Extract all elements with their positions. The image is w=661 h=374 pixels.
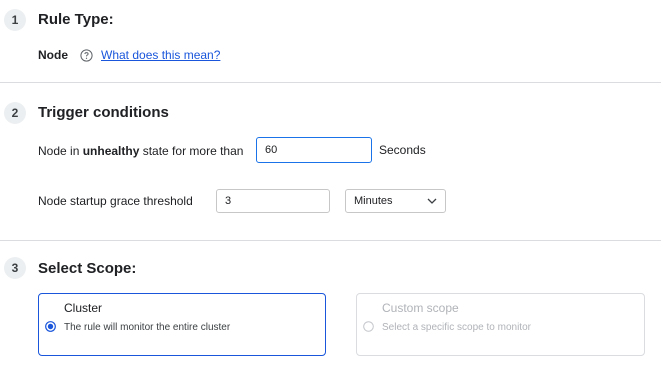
section-divider — [0, 240, 661, 241]
help-link[interactable]: What does this mean? — [101, 48, 220, 62]
section-divider — [0, 82, 661, 83]
question-circle-icon[interactable] — [80, 48, 93, 62]
radio-selected-icon[interactable] — [45, 321, 56, 332]
step-number-3: 3 — [4, 257, 26, 279]
scope-option-description: The rule will monitor the entire cluster — [64, 322, 231, 333]
radio-unselected-icon — [363, 321, 374, 332]
grace-unit-select[interactable]: Minutes — [345, 189, 446, 213]
trigger-prefix: Node in — [38, 144, 83, 158]
seconds-unit-label: Seconds — [379, 143, 426, 157]
section-title-trigger-conditions: Trigger conditions — [38, 104, 169, 121]
grace-threshold-input[interactable] — [216, 189, 330, 213]
scope-option-description: Select a specific scope to monitor — [382, 322, 531, 333]
section-title-rule-type: Rule Type: — [38, 11, 114, 28]
scope-option-cluster[interactable]: Cluster The rule will monitor the entire… — [38, 293, 326, 356]
scope-option-title: Cluster — [64, 301, 103, 315]
scope-option-custom: Custom scope Select a specific scope to … — [356, 293, 645, 356]
grace-threshold-label: Node startup grace threshold — [38, 194, 193, 208]
section-title-select-scope: Select Scope: — [38, 260, 137, 277]
rule-type-row: Node What does this mean? — [38, 46, 220, 64]
scope-option-title: Custom scope — [382, 301, 459, 315]
trigger-suffix: state for more than — [139, 144, 244, 158]
chevron-down-icon — [427, 198, 437, 204]
grace-unit-value: Minutes — [354, 195, 393, 207]
rule-type-value: Node — [38, 48, 68, 62]
unhealthy-duration-input[interactable] — [256, 137, 372, 163]
step-number-2: 2 — [4, 102, 26, 124]
trigger-condition-label: Node in unhealthy state for more than — [38, 138, 243, 164]
trigger-emphasis: unhealthy — [82, 144, 140, 158]
step-number-1: 1 — [4, 9, 26, 31]
